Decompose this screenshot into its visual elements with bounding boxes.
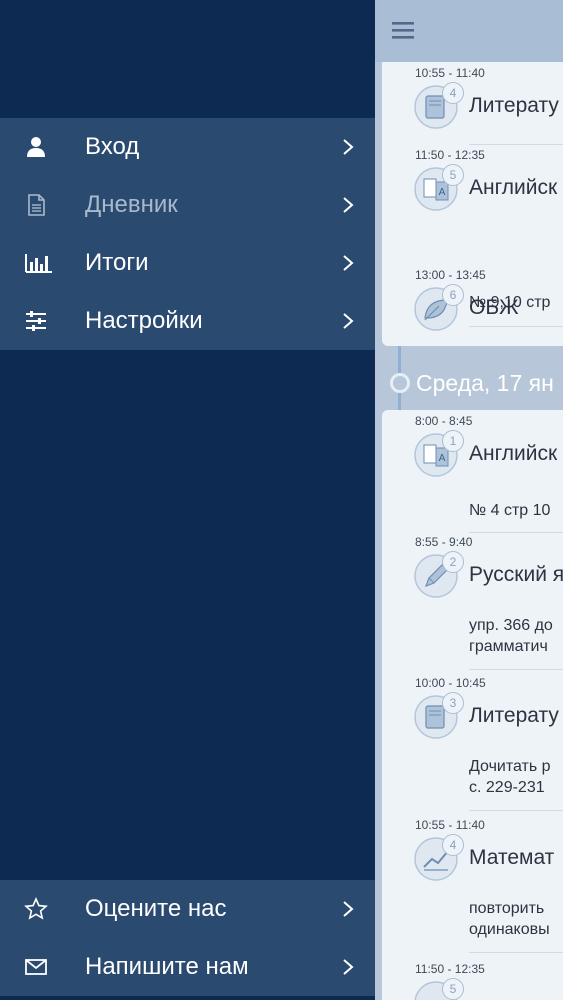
sliders-icon: [26, 311, 46, 331]
lesson-subject: Русский я: [469, 563, 563, 586]
lesson-subject: Литерату: [469, 94, 559, 117]
lesson-number: 4: [442, 82, 464, 104]
lesson-subject: ОБЖ: [469, 296, 519, 319]
lesson-homework: повторить: [469, 900, 545, 917]
lesson-subject: Английск: [469, 176, 558, 199]
drawer-menu: Вход Дневник Итоги Настройки: [0, 118, 375, 350]
lesson-subject: Английск: [469, 442, 558, 465]
star-icon: [24, 897, 48, 920]
bar-chart-icon: [25, 254, 52, 273]
menu-item-write-us[interactable]: Напишите нам: [0, 938, 375, 996]
chevron-right-icon: [343, 901, 354, 917]
chevron-right-icon: [343, 139, 354, 155]
lesson-homework: одинаковы: [469, 921, 550, 938]
lesson-number: 6: [442, 284, 464, 306]
lesson-homework: Дочитать р: [469, 758, 551, 775]
timeline-node: [390, 373, 410, 393]
lesson-homework: упр. 366 до: [469, 617, 553, 634]
menu-item-label: Напишите нам: [85, 952, 249, 980]
menu-item-label: Дневник: [85, 190, 178, 218]
menu-item-label: Настройки: [85, 306, 203, 334]
menu-item-settings[interactable]: Настройки: [0, 292, 375, 350]
lesson-number: 1: [442, 430, 464, 452]
menu-item-diary[interactable]: Дневник: [0, 176, 375, 234]
lesson-number: 5: [442, 978, 464, 1000]
lesson-time: 13:00 - 13:45: [415, 268, 486, 282]
menu-item-results[interactable]: Итоги: [0, 234, 375, 292]
lesson-time: 11:50 - 12:35: [415, 962, 485, 976]
lesson-time: 8:55 - 9:40: [415, 535, 473, 549]
chevron-right-icon: [343, 255, 354, 271]
lesson-time: 10:55 - 11:40: [415, 66, 485, 80]
user-icon: [27, 137, 45, 157]
divider: [469, 144, 563, 145]
lesson-time: 10:55 - 11:40: [415, 818, 485, 832]
menu-item-rate-us[interactable]: Оцените нас: [0, 880, 375, 938]
chevron-right-icon: [343, 313, 354, 329]
lesson-number: 5: [442, 164, 464, 186]
toolbar: [375, 0, 563, 62]
lesson-time: 11:50 - 12:35: [415, 148, 485, 162]
lesson-homework: грамматич: [469, 638, 548, 655]
day-header: Среда, 17 ян: [416, 370, 554, 396]
divider: [469, 326, 563, 327]
divider: [469, 810, 563, 811]
menu-item-login[interactable]: Вход: [0, 118, 375, 176]
mail-icon: [25, 959, 47, 975]
navigation-drawer: Вход Дневник Итоги Настройки Оцените нас…: [0, 0, 375, 1000]
hamburger-menu-icon[interactable]: [392, 20, 414, 40]
lesson-subject: Математ: [469, 846, 555, 869]
lesson-number: 2: [442, 551, 464, 573]
lesson-homework: № 4 стр 10: [469, 502, 551, 519]
svg-text:A: A: [439, 187, 446, 198]
svg-text:A: A: [439, 453, 446, 464]
day-card: 10:55 - 11:40 4 Литерату 11:50 - 12:35 A…: [382, 62, 563, 346]
divider: [469, 532, 563, 533]
lesson-number: 4: [442, 834, 464, 856]
menu-item-label: Итоги: [85, 248, 149, 276]
divider: [469, 669, 563, 670]
document-icon: [28, 194, 45, 216]
lesson-homework: с. 229-231: [469, 779, 545, 796]
menu-item-label: Вход: [85, 132, 140, 160]
divider: [469, 952, 563, 953]
lesson-time: 8:00 - 8:45: [415, 414, 473, 428]
menu-item-label: Оцените нас: [85, 894, 227, 922]
drawer-bottom-menu: Оцените нас Напишите нам: [0, 880, 375, 996]
lesson-time: 10:00 - 10:45: [415, 676, 486, 690]
day-card: 8:00 - 8:45 A 1 Английск № 4 стр 10 8:55…: [382, 410, 563, 1000]
lesson-number: 3: [442, 692, 464, 714]
schedule-panel[interactable]: 10:55 - 11:40 4 Литерату 11:50 - 12:35 A…: [375, 0, 563, 1000]
chevron-right-icon: [343, 959, 354, 975]
lesson-subject: Литерату: [469, 704, 559, 727]
chevron-right-icon: [343, 197, 354, 213]
